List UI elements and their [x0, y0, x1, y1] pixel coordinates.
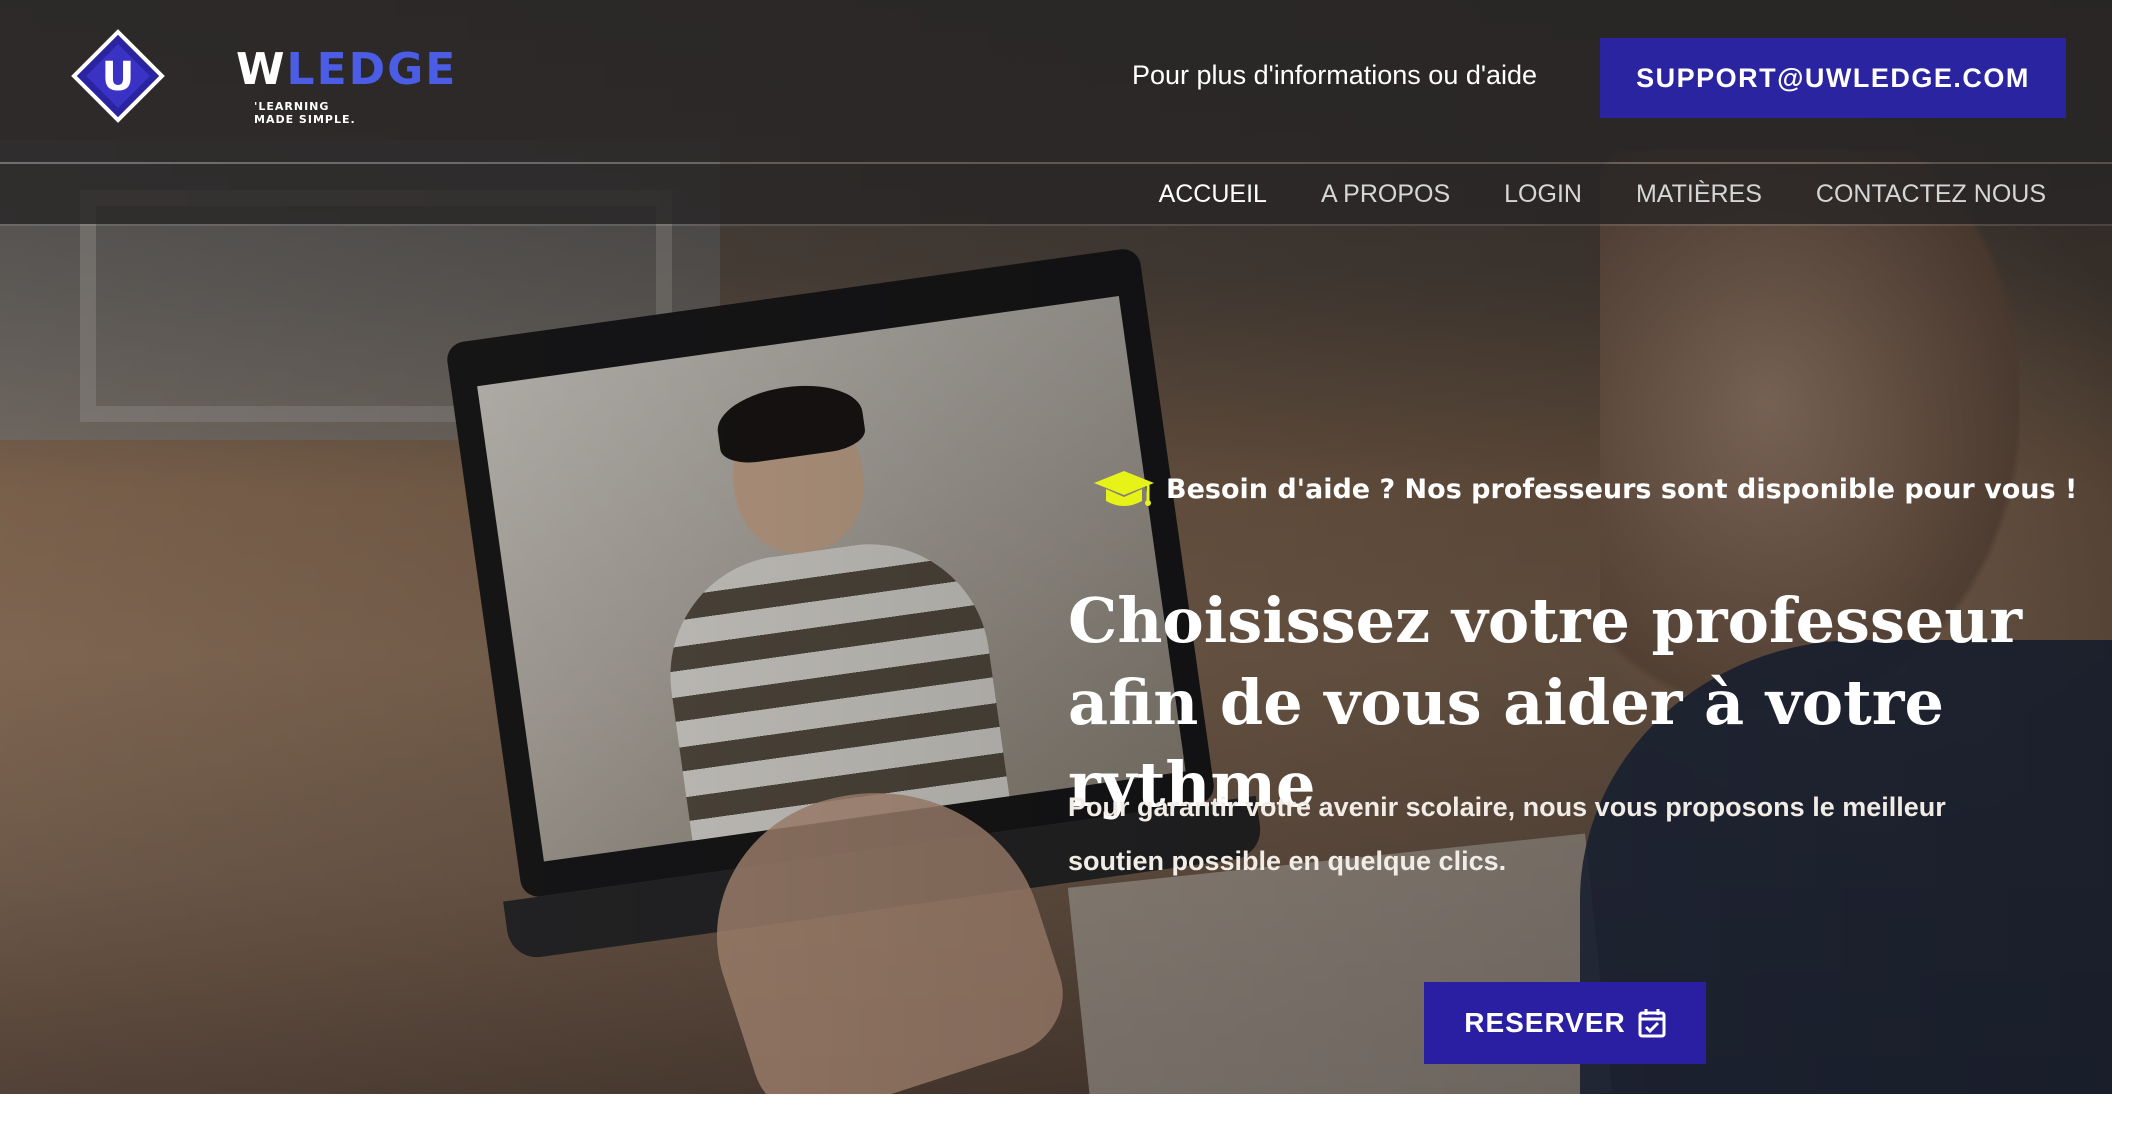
- hero-eyebrow-text: Besoin d'aide ? Nos professeurs sont dis…: [1166, 473, 2078, 505]
- main-nav: ACCUEIL A PROPOS LOGIN MATIÈRES CONTACTE…: [0, 164, 2112, 224]
- top-bar: U WLEDGE 'LEARNING MADE SIMPLE. Pour plu…: [0, 0, 2112, 162]
- hero-subtext: Pour garantir votre avenir scolaire, nou…: [1068, 792, 1946, 876]
- graduation-cap-icon: [1094, 471, 1154, 506]
- nav-item-accueil[interactable]: ACCUEIL: [1159, 180, 1267, 209]
- nav-item-contactez-nous[interactable]: CONTACTEZ NOUS: [1816, 180, 2046, 209]
- site-logo[interactable]: U WLEDGE 'LEARNING MADE SIMPLE.: [68, 29, 455, 126]
- logo-wordmark-prefix: W: [236, 44, 287, 95]
- support-email-button[interactable]: SUPPORT@UWLEDGE.COM: [1600, 38, 2066, 118]
- nav-list: ACCUEIL A PROPOS LOGIN MATIÈRES CONTACTE…: [1159, 164, 2046, 224]
- logo-tagline: 'LEARNING MADE SIMPLE.: [254, 100, 356, 126]
- reserve-button[interactable]: RESERVER: [1424, 982, 1706, 1064]
- nav-item-a-propos[interactable]: A PROPOS: [1321, 180, 1450, 209]
- nav-item-login[interactable]: LOGIN: [1504, 180, 1582, 209]
- header-info-text: Pour plus d'informations ou d'aide: [1132, 60, 1538, 90]
- logo-diamond-icon: U: [71, 29, 165, 123]
- logo-wordmark: WLEDGE: [236, 44, 457, 95]
- nav-item-matieres[interactable]: MATIÈRES: [1636, 180, 1762, 209]
- hero-eyebrow: Besoin d'aide ? Nos professeurs sont dis…: [1092, 466, 2077, 512]
- logo-mark: U: [102, 54, 134, 100]
- calendar-check-icon: [1638, 1009, 1666, 1038]
- logo-wordmark-rest: LEDGE: [286, 44, 458, 95]
- nav-bottom-border: [0, 224, 2112, 226]
- reserve-button-label: RESERVER: [1464, 1007, 1626, 1038]
